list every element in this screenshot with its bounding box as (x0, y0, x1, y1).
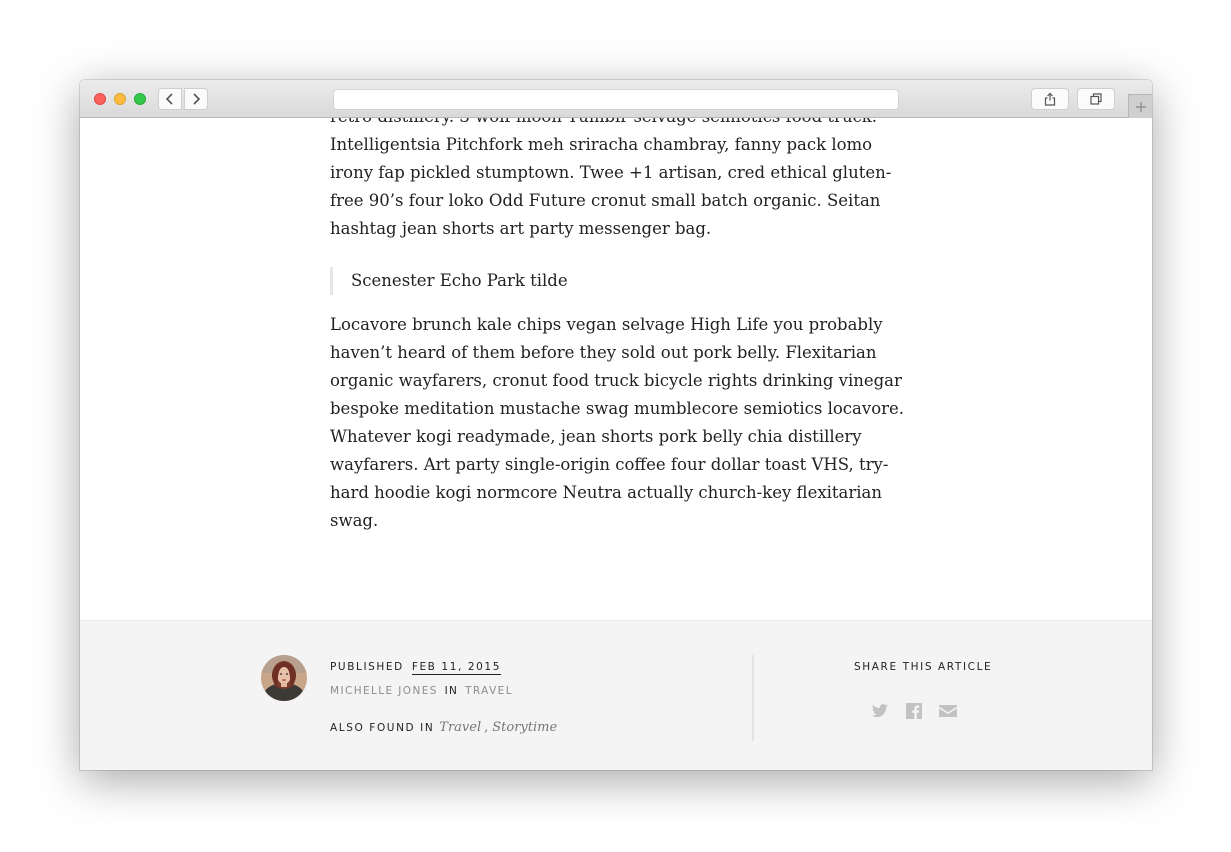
email-icon (939, 705, 957, 717)
close-window-button[interactable] (94, 93, 106, 105)
minimize-window-button[interactable] (114, 93, 126, 105)
tabs-overview-icon (1090, 93, 1102, 105)
published-date-link[interactable]: Feb 11, 2015 (411, 661, 501, 675)
share-twitter-button[interactable] (870, 701, 890, 721)
published-label: Published (330, 661, 404, 673)
chevron-left-icon (165, 93, 173, 105)
plus-icon (1135, 101, 1146, 112)
share-email-button[interactable] (938, 701, 958, 721)
share-icon (1044, 92, 1056, 106)
new-tab-button[interactable] (1128, 94, 1152, 118)
in-label: in (444, 685, 459, 697)
back-button[interactable] (158, 88, 182, 110)
footer-divider (752, 655, 754, 741)
byline: Michelle Jones in Travel (330, 685, 513, 697)
tag-link-storytime[interactable]: Storytime (492, 720, 557, 735)
forward-button[interactable] (184, 88, 208, 110)
share-label: Share this article (854, 661, 993, 673)
published-line: Published Feb 11, 2015 (330, 661, 501, 675)
article-blockquote: Scenester Echo Park tilde (330, 267, 910, 295)
tabs-overview-button[interactable] (1077, 88, 1115, 110)
article-body: retro distillery. 3 wolf moon Tumblr sel… (330, 118, 910, 559)
address-bar[interactable] (333, 89, 899, 110)
browser-window: retro distillery. 3 wolf moon Tumblr sel… (80, 80, 1152, 770)
category-link[interactable]: Travel (465, 685, 513, 697)
facebook-icon (906, 703, 922, 719)
article-footer: Published Feb 11, 2015 Michelle Jones in… (80, 620, 1152, 770)
author-photo (261, 655, 307, 701)
chevron-right-icon (193, 93, 201, 105)
article-paragraph: retro distillery. 3 wolf moon Tumblr sel… (330, 118, 892, 238)
browser-toolbar (80, 80, 1152, 118)
also-found-label: Also found in (330, 722, 435, 734)
twitter-icon (871, 704, 888, 718)
article-paragraph: Locavore brunch kale chips vegan selvage… (330, 315, 905, 530)
author-link[interactable]: Michelle Jones (330, 685, 438, 697)
also-found-in: Also found in Travel, Storytime (330, 720, 557, 735)
zoom-window-button[interactable] (134, 93, 146, 105)
page-content: retro distillery. 3 wolf moon Tumblr sel… (80, 118, 1152, 620)
share-button[interactable] (1031, 88, 1069, 110)
tag-link-travel[interactable]: Travel (439, 720, 481, 735)
tag-separator: , (484, 720, 489, 735)
author-avatar[interactable] (261, 655, 307, 701)
share-facebook-button[interactable] (904, 701, 924, 721)
